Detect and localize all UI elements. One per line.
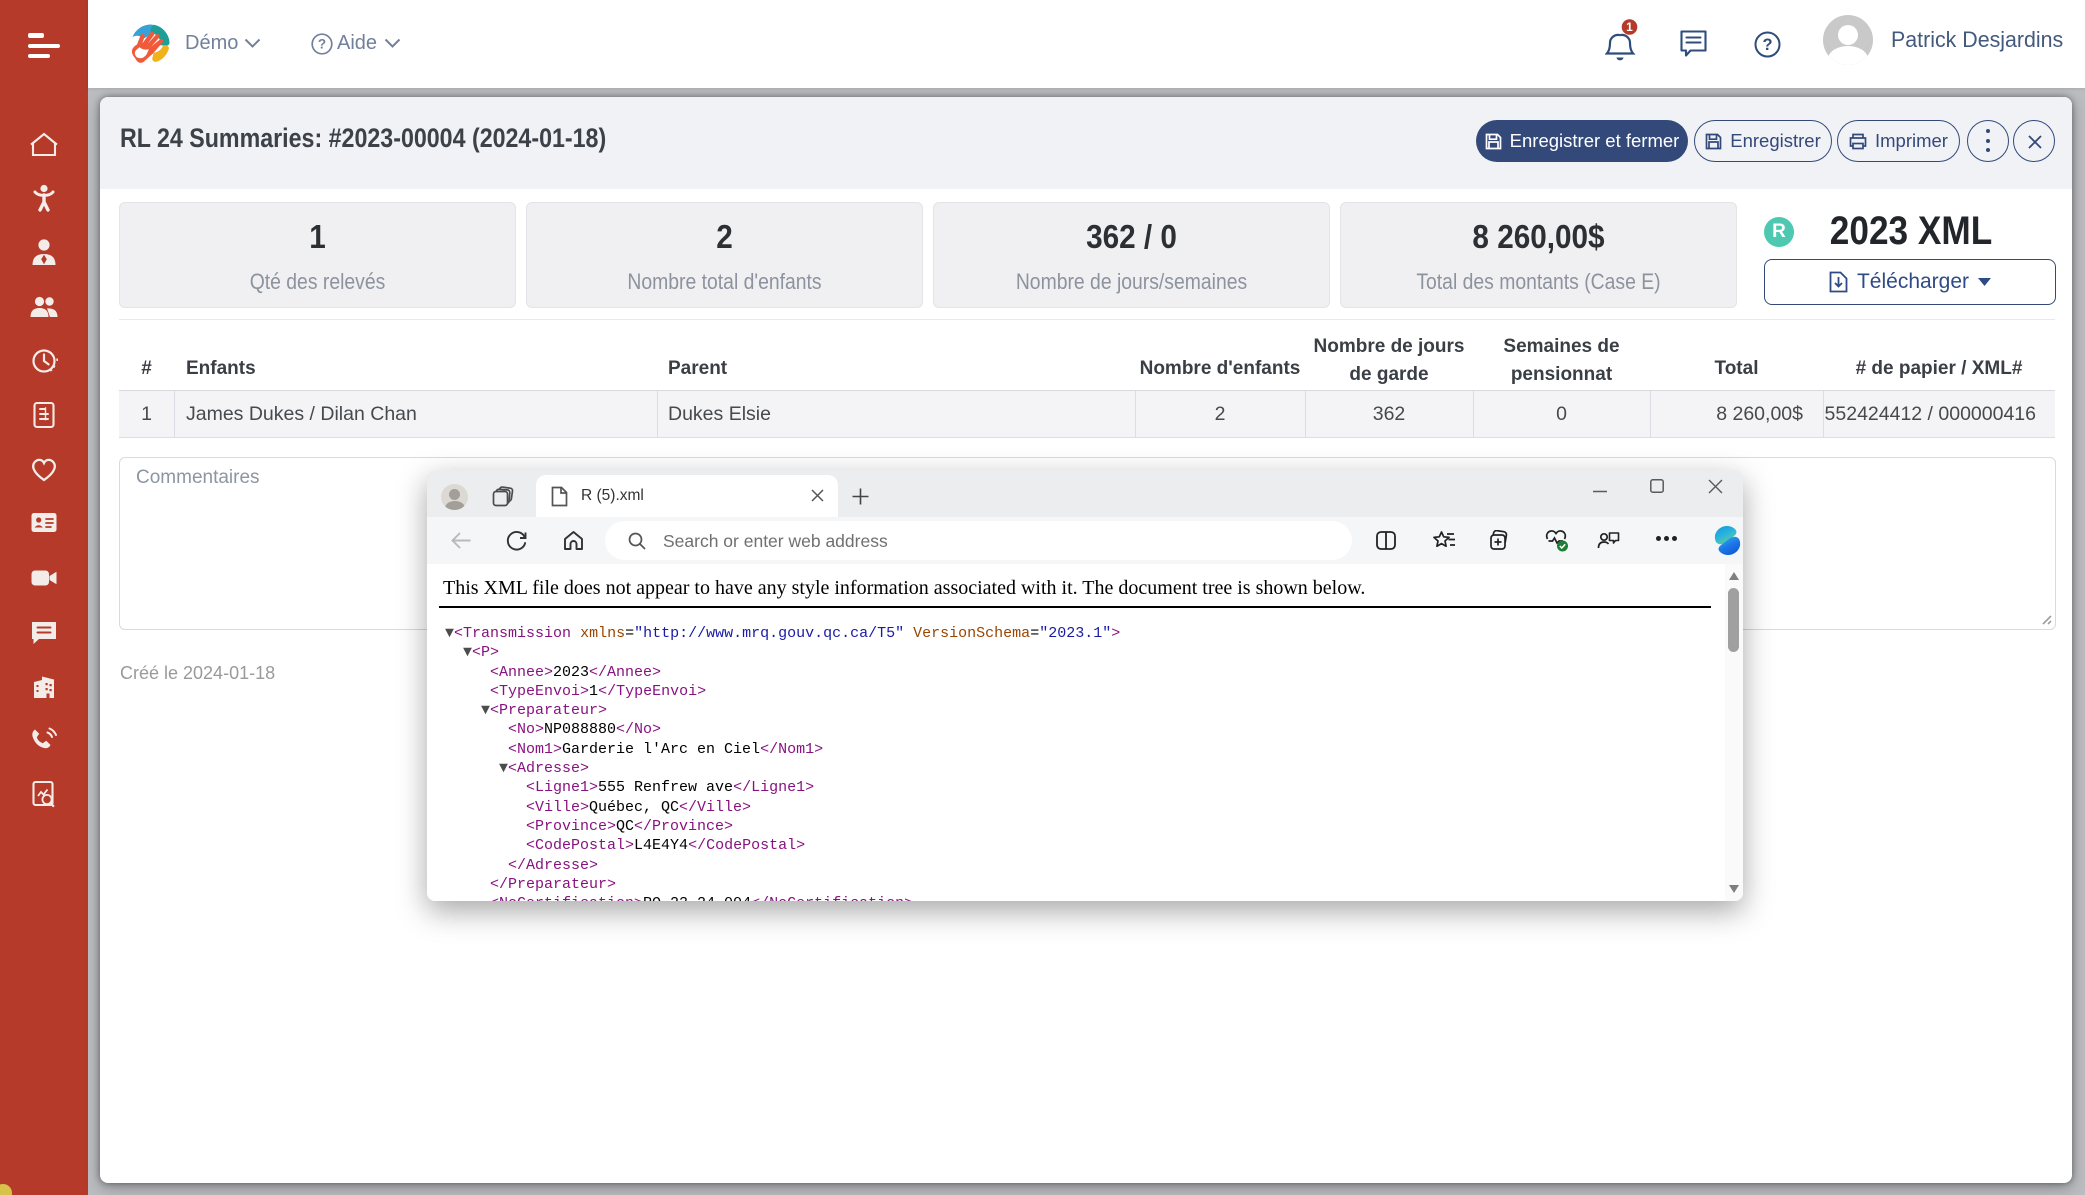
- svg-text:1: 1: [1626, 20, 1633, 34]
- svg-text:?: ?: [1762, 36, 1772, 54]
- svg-text:?: ?: [318, 36, 326, 51]
